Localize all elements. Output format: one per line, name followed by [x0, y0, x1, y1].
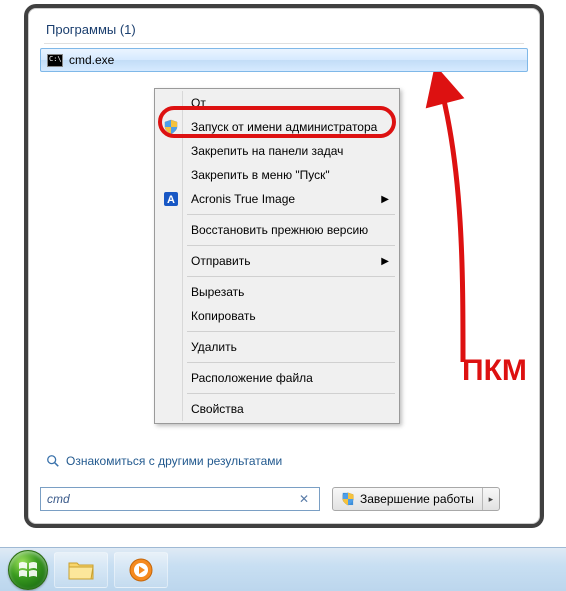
taskbar-explorer[interactable]: [54, 552, 108, 588]
start-button[interactable]: [8, 550, 48, 590]
divider: [44, 43, 524, 44]
menu-item-acronis[interactable]: A Acronis True Image ▶: [157, 187, 397, 211]
annotation-label-pkm: ПКМ: [462, 354, 527, 388]
media-player-icon: [128, 557, 154, 583]
search-input[interactable]: [47, 492, 247, 506]
divider: [187, 331, 395, 332]
search-result-cmd[interactable]: cmd.exe: [40, 48, 528, 72]
magnifier-icon: [46, 454, 60, 468]
menu-item-send-to[interactable]: Отправить ▶: [157, 249, 397, 273]
menu-item-pin-start[interactable]: Закрепить в меню "Пуск": [157, 163, 397, 187]
chevron-right-icon: ▶: [381, 256, 389, 267]
divider: [187, 393, 395, 394]
acronis-icon: A: [163, 191, 179, 207]
shield-icon: [341, 492, 355, 506]
divider: [187, 214, 395, 215]
menu-item-restore-previous[interactable]: Восстановить прежнюю версию: [157, 218, 397, 242]
menu-item-copy[interactable]: Копировать: [157, 304, 397, 328]
menu-item-delete[interactable]: Удалить: [157, 335, 397, 359]
explorer-icon: [67, 559, 95, 581]
menu-item-properties[interactable]: Свойства: [157, 397, 397, 421]
menu-item-file-location[interactable]: Расположение файла: [157, 366, 397, 390]
shutdown-label: Завершение работы: [360, 492, 474, 506]
section-header-programs: Программы (1): [28, 8, 540, 41]
taskbar: [0, 547, 566, 591]
clear-icon[interactable]: ✕: [295, 492, 313, 506]
result-label: cmd.exe: [69, 53, 114, 67]
menu-item-pin-taskbar[interactable]: Закрепить на панели задач: [157, 139, 397, 163]
menu-item-cut[interactable]: Вырезать: [157, 280, 397, 304]
menu-item-run-as-admin[interactable]: Запуск от имени администратора: [157, 115, 397, 139]
shutdown-dropdown[interactable]: ▸: [483, 488, 499, 510]
cmd-icon: [47, 54, 63, 67]
shutdown-button[interactable]: Завершение работы ▸: [332, 487, 500, 511]
search-box[interactable]: ✕: [40, 487, 320, 511]
windows-logo-icon: [16, 558, 40, 582]
chevron-right-icon: ▶: [381, 194, 389, 205]
svg-text:A: A: [167, 194, 175, 206]
divider: [187, 276, 395, 277]
bottom-bar: ✕ Завершение работы ▸: [40, 484, 528, 514]
see-more-label: Ознакомиться с другими результатами: [66, 454, 282, 468]
shutdown-main[interactable]: Завершение работы: [333, 488, 483, 510]
divider: [187, 362, 395, 363]
menu-item-open[interactable]: От: [157, 91, 397, 115]
divider: [187, 245, 395, 246]
context-menu: От Запуск от имени администратора Закреп…: [154, 88, 400, 424]
see-more-results-link[interactable]: Ознакомиться с другими результатами: [46, 454, 282, 468]
shield-icon: [163, 119, 179, 135]
taskbar-media-player[interactable]: [114, 552, 168, 588]
